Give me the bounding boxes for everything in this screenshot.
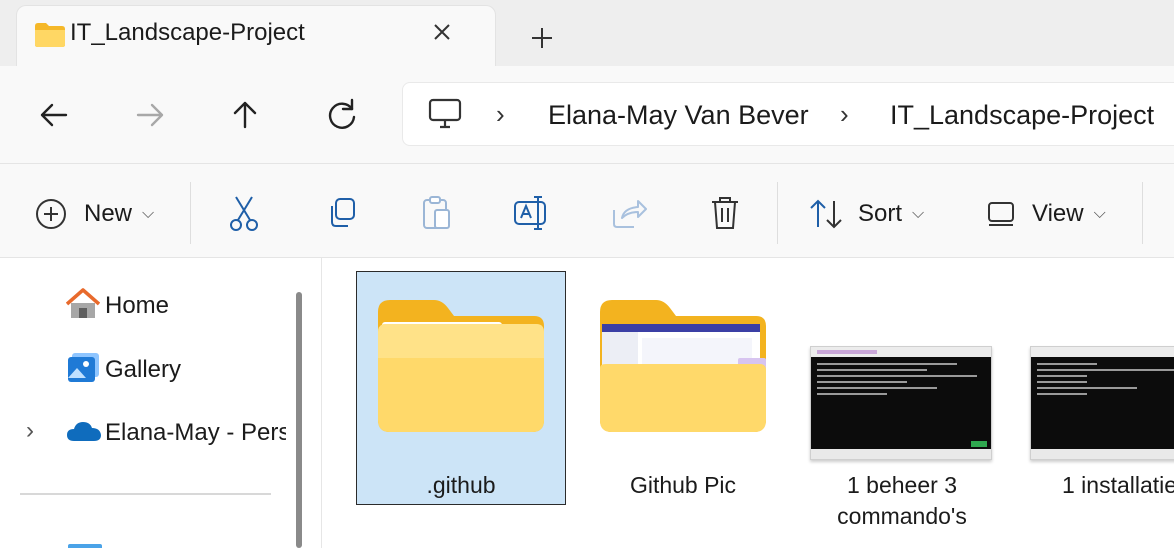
toolbar-divider xyxy=(190,182,191,244)
refresh-icon[interactable] xyxy=(314,87,370,143)
chevron-down-icon: ⌵ xyxy=(912,205,925,222)
toolbar-divider xyxy=(1142,182,1143,244)
tab-title: IT_Landscape-Project xyxy=(70,19,305,46)
delete-icon[interactable] xyxy=(708,194,742,232)
gallery-icon xyxy=(68,353,99,382)
plus-circle-icon xyxy=(36,199,66,229)
sidebar-divider xyxy=(20,493,271,495)
sidebar-item-label: Gallery xyxy=(105,356,182,383)
rename-icon[interactable] xyxy=(512,194,552,232)
paste-icon[interactable] xyxy=(418,194,454,232)
toolbar-divider xyxy=(777,182,778,244)
item-label: 1 beheer 3 commando's xyxy=(837,472,967,529)
item-label: 1 installatie xyxy=(1062,472,1174,498)
folder-icon xyxy=(35,23,65,47)
folder-icon xyxy=(378,300,544,432)
sidebar-item-gallery[interactable]: Gallery xyxy=(66,350,286,390)
item-label: Github Pic xyxy=(629,472,737,498)
folder-icon xyxy=(600,300,766,432)
chevron-right-icon[interactable]: › xyxy=(840,99,849,130)
home-icon xyxy=(66,288,100,318)
sidebar-item-label: Home xyxy=(105,292,170,319)
onedrive-cloud-icon xyxy=(67,422,101,441)
cut-icon[interactable] xyxy=(226,194,262,232)
chevron-right-icon[interactable]: › xyxy=(496,99,505,130)
file-item-installatie[interactable]: 1 installatie xyxy=(1022,271,1174,531)
sidebar-item-home[interactable]: Home xyxy=(66,286,286,326)
sort-label: Sort xyxy=(858,200,903,227)
sort-button[interactable]: Sort ⌵ xyxy=(808,184,924,244)
image-thumbnail xyxy=(810,346,992,460)
chevron-right-icon[interactable]: › xyxy=(26,417,34,445)
new-label: New xyxy=(84,200,133,227)
copy-icon[interactable] xyxy=(324,196,360,230)
new-button[interactable]: New ⌵ xyxy=(34,184,154,244)
plus-icon[interactable] xyxy=(522,18,562,58)
arrow-right-icon[interactable] xyxy=(122,87,178,143)
breadcrumb-current[interactable]: IT_Landscape-Project xyxy=(890,100,1154,131)
view-icon xyxy=(988,202,1014,226)
sidebar-item-partial[interactable] xyxy=(68,544,102,548)
sidebar-scrollbar[interactable] xyxy=(296,292,302,548)
chevron-down-icon: ⌵ xyxy=(1093,205,1106,222)
view-label: View xyxy=(1032,200,1084,227)
share-icon[interactable] xyxy=(610,196,648,230)
breadcrumb-user[interactable]: Elana-May Van Bever xyxy=(548,100,809,131)
monitor-icon[interactable] xyxy=(428,98,462,130)
item-label: .github xyxy=(426,472,496,498)
view-button[interactable]: View ⌵ xyxy=(986,184,1106,244)
image-thumbnail xyxy=(1030,346,1174,460)
chevron-down-icon: ⌵ xyxy=(142,205,155,222)
close-icon[interactable] xyxy=(424,14,460,50)
arrow-up-icon[interactable] xyxy=(217,87,273,143)
arrow-left-icon[interactable] xyxy=(26,87,82,143)
sidebar-item-label: Elana-May - Perso xyxy=(105,419,286,446)
sidebar-item-onedrive[interactable]: › Elana-May - Perso xyxy=(24,413,286,453)
sort-icon xyxy=(810,199,842,229)
